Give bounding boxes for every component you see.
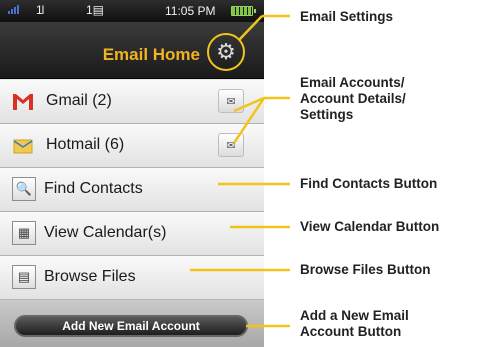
callout-email-settings: Email Settings: [300, 9, 394, 24]
callout-add-account: Add a New Email Account Button: [300, 308, 409, 339]
callout-lines: [190, 14, 290, 328]
email-settings-leader: [238, 15, 263, 41]
callout-account-details: Email Accounts/ Account Details/ Setting…: [300, 75, 406, 122]
callout-view-calendar: View Calendar Button: [300, 219, 440, 234]
callout-browse-files: Browse Files Button: [300, 262, 431, 277]
callout-find-contacts: Find Contacts Button: [300, 176, 438, 191]
